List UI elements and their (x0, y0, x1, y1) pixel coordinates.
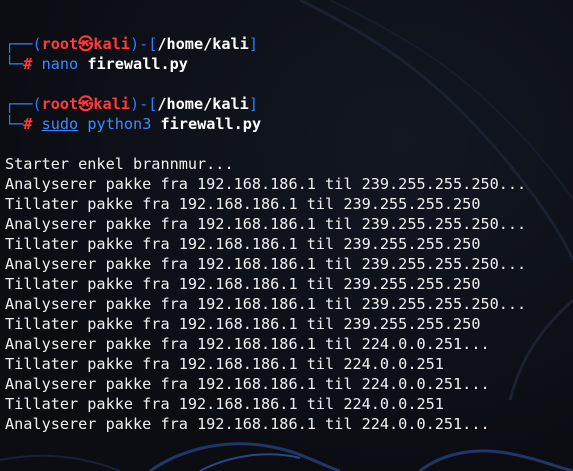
output-line: Tillater pakke fra 192.168.186.1 til 239… (5, 195, 481, 213)
prompt-cwd: /home/kali (157, 95, 249, 113)
prompt-bracket: ( (32, 95, 42, 113)
prompt-user: root (41, 35, 79, 53)
command-name: nano (41, 55, 79, 73)
prompt-corner-top: ┌── (5, 95, 33, 113)
prompt-line: ┌──(root㉿kali)-[/home/kali] (5, 34, 573, 54)
output-line: Tillater pakke fra 192.168.186.1 til 224… (5, 355, 444, 373)
output-line: Tillater pakke fra 192.168.186.1 til 239… (5, 235, 481, 253)
output-line: Analyserer pakke fra 192.168.186.1 til 2… (5, 335, 490, 353)
command-line: └─# sudo python3 firewall.py (5, 114, 573, 134)
prompt-line: ┌──(root㉿kali)-[/home/kali] (5, 94, 573, 114)
prompt-bracket: ] (248, 35, 258, 53)
output-line: Analyserer pakke fra 192.168.186.1 til 2… (5, 375, 490, 393)
command-line: └─# nano firewall.py (5, 54, 573, 74)
prompt-user: root (41, 95, 79, 113)
command-arg: firewall.py (87, 55, 188, 73)
output-line: Tillater pakke fra 192.168.186.1 til 239… (5, 315, 481, 333)
prompt-bracket: )-[ (129, 95, 158, 113)
output-line: Analyserer pakke fra 192.168.186.1 til 2… (5, 415, 490, 433)
prompt-corner-top: ┌── (5, 35, 33, 53)
command-arg: firewall.py (160, 115, 262, 133)
command-sudo: sudo (41, 115, 79, 133)
output-line: Starter enkel brannmur... (5, 155, 234, 173)
prompt-bracket: )-[ (129, 35, 158, 53)
command-output: Starter enkel brannmur... Analyserer pak… (5, 154, 573, 434)
output-line: Analyserer pakke fra 192.168.186.1 til 2… (5, 295, 527, 313)
prompt-symbol: # (23, 55, 33, 73)
output-line: Tillater pakke fra 192.168.186.1 til 239… (5, 275, 481, 293)
prompt-symbol: # (23, 115, 33, 133)
kali-skull-icon: ㉿ (78, 35, 94, 53)
command-name: python3 (87, 115, 152, 133)
output-line: Analyserer pakke fra 192.168.186.1 til 2… (5, 175, 527, 193)
prompt-corner-bottom: └─ (5, 55, 24, 73)
terminal-content: ┌──(root㉿kali)-[/home/kali] └─# nano fir… (5, 34, 573, 434)
prompt-corner-bottom: └─ (5, 115, 24, 133)
prompt-cwd: /home/kali (157, 35, 249, 53)
terminal-window[interactable]: ┌──(root㉿kali)-[/home/kali] └─# nano fir… (0, 0, 573, 471)
prompt-bracket: ] (248, 95, 258, 113)
prompt-bracket: ( (32, 35, 42, 53)
output-line: Tillater pakke fra 192.168.186.1 til 224… (5, 395, 444, 413)
kali-skull-icon: ㉿ (78, 95, 94, 113)
output-line: Analyserer pakke fra 192.168.186.1 til 2… (5, 215, 527, 233)
prompt-host: kali (93, 95, 130, 113)
prompt-host: kali (93, 35, 130, 53)
output-line: Analyserer pakke fra 192.168.186.1 til 2… (5, 255, 527, 273)
